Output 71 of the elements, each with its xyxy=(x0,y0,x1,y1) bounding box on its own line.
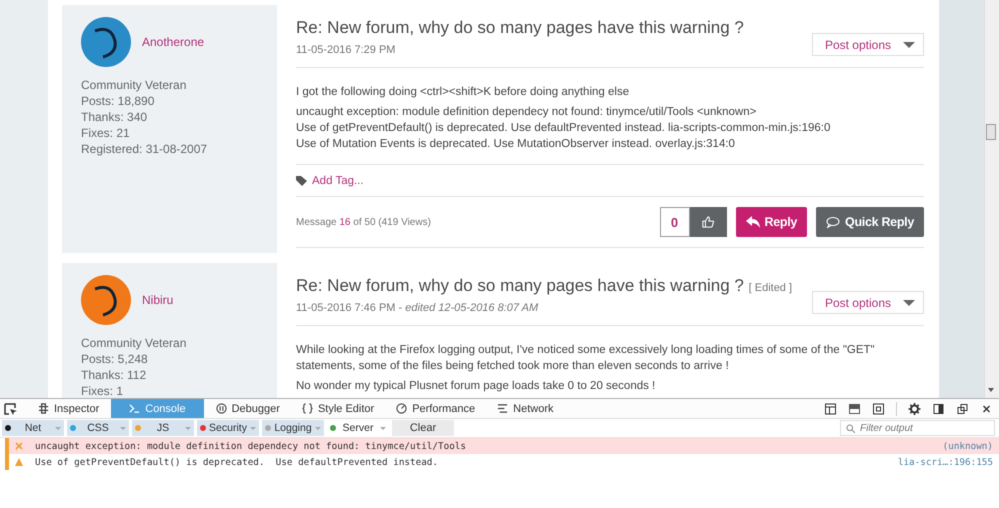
devtools-tab[interactable]: Performance xyxy=(386,399,486,418)
devtools-tab[interactable]: Network xyxy=(487,399,564,418)
close-icon[interactable] xyxy=(980,402,993,414)
filter-button[interactable]: Security xyxy=(197,420,259,436)
filter-button[interactable]: CSS xyxy=(67,420,129,436)
error-icon xyxy=(15,442,23,450)
add-tag-link[interactable]: Add Tag... xyxy=(312,175,364,187)
reply-button[interactable]: Reply xyxy=(736,207,808,237)
edited-tag: [ Edited ] xyxy=(748,282,792,294)
avatar[interactable] xyxy=(81,275,131,325)
user-stat: Fixes: 21 xyxy=(81,125,131,141)
post-paragraph: I got the following doing <ctrl><shift>K before doing anything else xyxy=(296,85,630,100)
post-paragraph: While looking at the Firefox logging output, I've noticed some excessively long loading times of some of the "GET" statements, some of the files being fetched took more than eleven seconds to arrive ! xyxy=(296,343,876,374)
user-stat: Registered: 31-08-2007 xyxy=(81,141,208,157)
author-link[interactable]: Anotherone xyxy=(142,35,204,49)
post-paragraph: No wonder my typical Plusnet forum page loads take 0 to 20 seconds ! xyxy=(296,379,656,394)
user-stat: Fixes: 1 xyxy=(81,383,124,398)
console-message: Use of getPreventDefault() is deprecated. Use defaultPrevented instead. xyxy=(35,456,439,468)
gauge-icon xyxy=(396,403,408,414)
source-link[interactable]: lia-scri…:196:155 xyxy=(898,456,993,468)
settings-icon[interactable] xyxy=(908,402,921,414)
user-stat: Posts: 18,890 xyxy=(81,93,156,109)
reply-arrow-icon xyxy=(746,216,760,228)
console-message: uncaught exception: module definition dependecy not found: tinymce/util/Tools xyxy=(35,440,467,452)
dock-side-icon[interactable] xyxy=(932,402,945,414)
post-paragraph: uncaught exception: module definition dependecy not found: tinymce/util/Tools <unknown> Use of getPreventDefault() is deprecated. Use defaultPrevented instead. lia-scripts-common-min.js:196:0 Use of Mutation Events is deprecated. Use MutationObserver instead. overlay.js:314:0 xyxy=(296,105,832,152)
filter-button[interactable]: Net xyxy=(2,420,64,436)
kudo-button[interactable] xyxy=(690,207,726,237)
user-stat: Thanks: 340 xyxy=(81,109,148,125)
devtools-tab[interactable]: Style Editor xyxy=(292,399,384,418)
lines-icon xyxy=(497,403,508,414)
quick-reply-button[interactable]: Quick Reply xyxy=(816,207,924,237)
layout-icon[interactable] xyxy=(824,402,837,414)
caret-icon xyxy=(903,300,915,306)
braces-icon xyxy=(302,403,313,414)
filter-button[interactable]: Logging xyxy=(262,420,324,436)
split-console-icon[interactable] xyxy=(848,402,861,414)
user-stat: Posts: 5,248 xyxy=(81,351,149,367)
element-picker-icon[interactable] xyxy=(4,402,18,414)
message-number-link[interactable]: 16 xyxy=(339,216,350,228)
avatar[interactable] xyxy=(81,17,131,67)
console-prompt-icon xyxy=(129,403,140,414)
post-options-button[interactable]: Post options xyxy=(812,291,924,314)
author-link[interactable]: Nibiru xyxy=(142,293,174,307)
user-stat: Thanks: 112 xyxy=(81,367,148,383)
post-title: Re: New forum, why do so many pages have this warning ? xyxy=(296,18,744,37)
thumbs-up-icon xyxy=(701,216,715,228)
tag-icon xyxy=(296,176,307,186)
kudos-count: 0 xyxy=(660,207,690,237)
scrollbar[interactable] xyxy=(984,0,999,398)
devtools-tab[interactable]: Debugger xyxy=(206,399,290,418)
post-options-button[interactable]: Post options xyxy=(812,33,924,56)
post-title: Re: New forum, why do so many pages have this warning ? xyxy=(296,276,744,295)
filter-button[interactable]: JS xyxy=(132,420,194,436)
post-date: 11-05-2016 7:46 PM - edited 12-05-2016 8:07 AM xyxy=(296,302,540,314)
devtools-tab[interactable]: Inspector xyxy=(28,399,110,418)
post-date: 11-05-2016 7:29 PM xyxy=(296,44,396,56)
user-rank: Community Veteran xyxy=(81,335,188,351)
screenshot-icon[interactable] xyxy=(872,402,885,414)
message-count: Message 16 of 50 (419 Views) xyxy=(296,216,431,228)
scroll-thumb[interactable] xyxy=(986,124,996,140)
warning-icon xyxy=(15,458,23,466)
speech-bubble-icon xyxy=(826,216,840,228)
caret-icon xyxy=(903,42,915,48)
filter-field[interactable]: Filter output xyxy=(840,420,995,436)
clear-button[interactable]: Clear xyxy=(392,420,454,436)
grid-icon xyxy=(38,403,49,414)
user-rank: Community Veteran xyxy=(81,77,188,93)
separate-window-icon[interactable] xyxy=(956,402,969,414)
pause-icon xyxy=(216,403,227,414)
filter-button[interactable]: Server xyxy=(327,420,389,436)
